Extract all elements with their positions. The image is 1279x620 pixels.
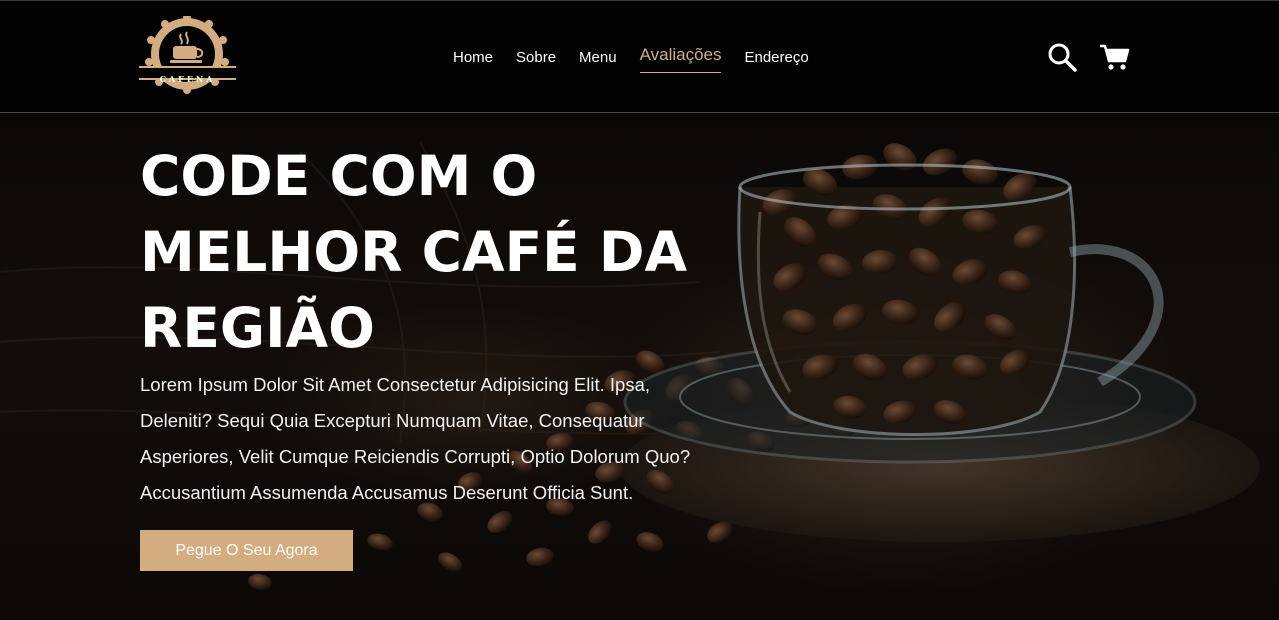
site-header: CAFENA Home Sobre Menu Avaliações Endere… <box>0 0 1279 113</box>
hero-title-line: MELHOR CAFÉ DA <box>140 220 688 284</box>
nav-avaliacoes[interactable]: Avaliações <box>639 45 722 73</box>
nav-menu[interactable]: Menu <box>579 47 617 75</box>
coffee-cup-icon <box>139 14 236 94</box>
nav-sobre[interactable]: Sobre <box>516 47 556 75</box>
hero-description-line: Accusantium Assumenda Accusamus Deserunt… <box>140 482 634 503</box>
get-yours-now-button[interactable]: Pegue O Seu Agora <box>140 530 353 571</box>
hero-description-line: Lorem Ipsum Dolor Sit Amet Consectetur A… <box>140 374 650 395</box>
landing-page: CAFENA Home Sobre Menu Avaliações Endere… <box>0 0 1279 620</box>
cart-icon <box>1100 44 1130 70</box>
search-button[interactable] <box>1046 41 1078 73</box>
hero-title-line: REGIÃO <box>140 296 375 360</box>
cafena-logo[interactable]: CAFENA <box>139 14 236 96</box>
hero-title: CODE COM O MELHOR CAFÉ DA REGIÃO <box>140 138 700 366</box>
hero-description-line: Asperiores, Velit Cumque Reiciendis Corr… <box>140 446 691 467</box>
nav-endereco[interactable]: Endereço <box>744 47 808 75</box>
search-icon <box>1048 43 1077 72</box>
main-nav: Home Sobre Menu Avaliações Endereço <box>453 45 832 75</box>
nav-home[interactable]: Home <box>453 47 493 75</box>
logo-text: CAFENA <box>159 74 216 84</box>
cart-button[interactable] <box>1099 41 1131 73</box>
hero-title-line: CODE COM O <box>140 144 538 208</box>
hero-description: Lorem Ipsum Dolor Sit Amet Consectetur A… <box>140 367 760 511</box>
hero-description-line: Deleniti? Sequi Quia Excepturi Numquam V… <box>140 410 645 431</box>
